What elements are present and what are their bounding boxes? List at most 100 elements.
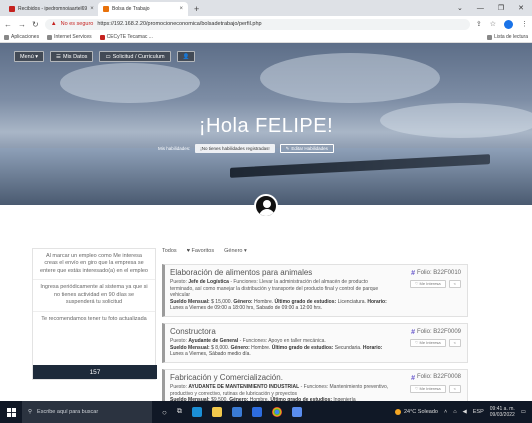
clock[interactable]: 09:41 a. m. 09/03/2022 xyxy=(490,406,515,418)
chrome-icon[interactable] xyxy=(271,407,282,417)
share-icon[interactable]: ⇪ xyxy=(476,20,482,29)
network-icon[interactable]: ⌂ xyxy=(453,409,456,415)
close-tab-icon[interactable]: × xyxy=(90,6,94,12)
edit-skills-button[interactable]: ✎ Editar Habilidades xyxy=(279,144,334,153)
search-icon: ⚲ xyxy=(28,409,33,415)
position-label: Puesto: xyxy=(170,384,187,391)
filter-genero-dropdown[interactable]: Género ▾ xyxy=(224,248,247,254)
job-position: Puesto: AYUDANTE DE MANTENIMIENTO INDUST… xyxy=(170,384,389,397)
windows-start-button[interactable] xyxy=(0,401,22,423)
notifications-icon[interactable]: ▭ xyxy=(521,409,526,415)
minimize-icon[interactable]: — xyxy=(477,2,484,16)
interest-button[interactable]: ♡ Me Interesa xyxy=(409,338,446,347)
filter-favoritos[interactable]: ♥ Favoritos xyxy=(187,248,214,254)
share-button[interactable]: < xyxy=(448,384,461,393)
interest-label: Me Interesa xyxy=(419,281,441,287)
hash-icon: # xyxy=(411,328,415,336)
reading-list[interactable]: Lista de lectura xyxy=(487,34,528,40)
tip-text: Ingresa periódicamente al sistema ya que… xyxy=(33,279,155,310)
edit-icon: ✎ xyxy=(285,145,290,151)
main-nav: Menú ▾ ☰ Mis Datos ▭ Solicitud / Curriculu… xyxy=(14,51,196,62)
profile-avatar-icon[interactable] xyxy=(504,19,513,29)
taskbar-apps: ○ ⧉ xyxy=(162,407,302,417)
tip-text: Te recomendamos tener tu foto actualizad… xyxy=(33,310,155,327)
avatar-body xyxy=(259,209,275,216)
cortana-icon[interactable]: ○ xyxy=(162,408,167,417)
tips-sidebar: Al marcar un empleo como Me interesa cre… xyxy=(32,248,157,380)
bookmark-apps[interactable]: Aplicaciones xyxy=(4,34,39,40)
job-card[interactable]: Constructora Puesto: Ayudante de General… xyxy=(162,322,468,363)
maximize-icon[interactable]: ❐ xyxy=(498,2,504,16)
bookmark-cecyte[interactable]: CECyTE Tecamac ... xyxy=(99,34,153,40)
jobs-count-badge: 157 xyxy=(33,365,157,379)
job-card[interactable]: Elaboración de alimentos para animales P… xyxy=(162,264,468,317)
search-placeholder: Escribe aquí para buscar xyxy=(37,409,99,415)
hash-icon: # xyxy=(411,270,415,277)
app-icon[interactable] xyxy=(291,407,302,417)
job-company: Elaboración de alimentos para animales xyxy=(170,268,313,277)
education-label: Último grado de estudios: xyxy=(274,298,337,305)
interest-button[interactable]: ♡ Me Interesa xyxy=(409,280,446,288)
schedule-label: Horario: xyxy=(362,344,383,351)
bookmark-label: Internet Services xyxy=(54,34,92,40)
url-field[interactable]: ▲ No es seguro https://192.168.2.20/prom… xyxy=(44,18,470,30)
file-explorer-icon[interactable] xyxy=(211,407,222,417)
job-position: Puesto: Jefe de Logística - Funciones: L… xyxy=(170,279,389,299)
tab-gmail[interactable]: Recibidos - ipedromnoiaartel69 × xyxy=(4,2,94,16)
job-folio: # Folio: B22F0008 xyxy=(411,374,461,383)
hash-icon: # xyxy=(411,374,415,382)
warning-icon: ▲ xyxy=(50,21,57,27)
browser-actions: ⇪ ☆ ⋮ xyxy=(476,19,528,29)
chevron-up-icon[interactable]: ˄ xyxy=(444,409,447,415)
solicitud-button[interactable]: ▭ Solicitud / Curriculum xyxy=(99,51,171,62)
language-indicator[interactable]: ESP xyxy=(473,409,484,415)
star-icon[interactable]: ☆ xyxy=(490,20,496,29)
job-folio: # Folio: B22F0010 xyxy=(411,269,461,278)
gender-value: Hombre. xyxy=(253,298,274,305)
avatar-head xyxy=(263,200,271,208)
chevron-down-icon[interactable]: ⌄ xyxy=(457,2,463,16)
job-actions: ♡ Me Interesa < xyxy=(409,384,461,393)
url-text: https://192.168.2.20/promocioneconomica/… xyxy=(97,21,262,27)
not-secure-label: No es seguro xyxy=(60,21,94,27)
skills-label: Mis habilidades: xyxy=(158,146,191,151)
browser-tabstrip: Recibidos - ipedromnoiaartel69 × Bolsa d… xyxy=(0,0,532,16)
tab-bolsa-trabajo[interactable]: Bolsa de Trabajo × xyxy=(98,2,188,16)
reload-icon[interactable]: ↻ xyxy=(32,20,39,29)
heart-outline-icon: ♡ xyxy=(414,281,419,287)
store-icon[interactable] xyxy=(231,407,242,417)
taskbar-search[interactable]: ⚲ Escribe aquí para buscar xyxy=(22,401,152,423)
new-tab-button[interactable]: + xyxy=(194,2,199,16)
cloud-shape xyxy=(260,53,440,103)
interest-button[interactable]: ♡ Me Interesa xyxy=(409,384,446,393)
menu-button[interactable]: Menú ▾ xyxy=(14,51,45,62)
share-button[interactable]: < xyxy=(448,280,461,288)
edit-skills-label: Editar Habilidades xyxy=(291,146,328,151)
mail-icon[interactable] xyxy=(251,407,262,417)
position-description: - Funciones: Apoyo en taller mecánica. xyxy=(239,338,326,345)
more-menu-icon[interactable]: ⋮ xyxy=(521,20,528,29)
edge-icon[interactable] xyxy=(191,407,202,417)
close-tab-icon[interactable]: × xyxy=(179,6,183,12)
mis-datos-button[interactable]: ☰ Mis Datos xyxy=(50,51,94,62)
menu-button-label: Menú ▾ xyxy=(20,53,39,60)
weather-widget[interactable]: 24°C Soleado xyxy=(394,409,438,415)
bookmark-internet-services[interactable]: Internet Services xyxy=(47,34,92,40)
share-button[interactable]: < xyxy=(448,338,461,347)
back-arrow-icon[interactable]: ← xyxy=(4,20,12,29)
job-company: Constructora xyxy=(170,326,216,336)
filter-todos[interactable]: Todos xyxy=(162,248,177,254)
weather-text: 24°C Soleado xyxy=(403,409,438,415)
job-actions: ♡ Me Interesa < xyxy=(409,338,461,347)
profile-avatar[interactable] xyxy=(254,194,278,218)
salary-value: $ 8,000. xyxy=(211,344,230,351)
task-view-icon[interactable]: ⧉ xyxy=(177,408,182,416)
forward-arrow-icon[interactable]: → xyxy=(18,20,26,29)
heart-outline-icon: ♡ xyxy=(414,386,419,392)
job-company: Fabricación y Comercialización. xyxy=(170,372,283,382)
volume-icon[interactable]: ◀ xyxy=(463,409,467,415)
close-icon[interactable]: ✕ xyxy=(518,2,524,16)
user-button[interactable]: 👤 xyxy=(176,51,196,62)
job-meta: Sueldo Mensual: $ 15,000. Género: Hombre… xyxy=(170,299,389,312)
heart-outline-icon: ♡ xyxy=(414,340,419,346)
